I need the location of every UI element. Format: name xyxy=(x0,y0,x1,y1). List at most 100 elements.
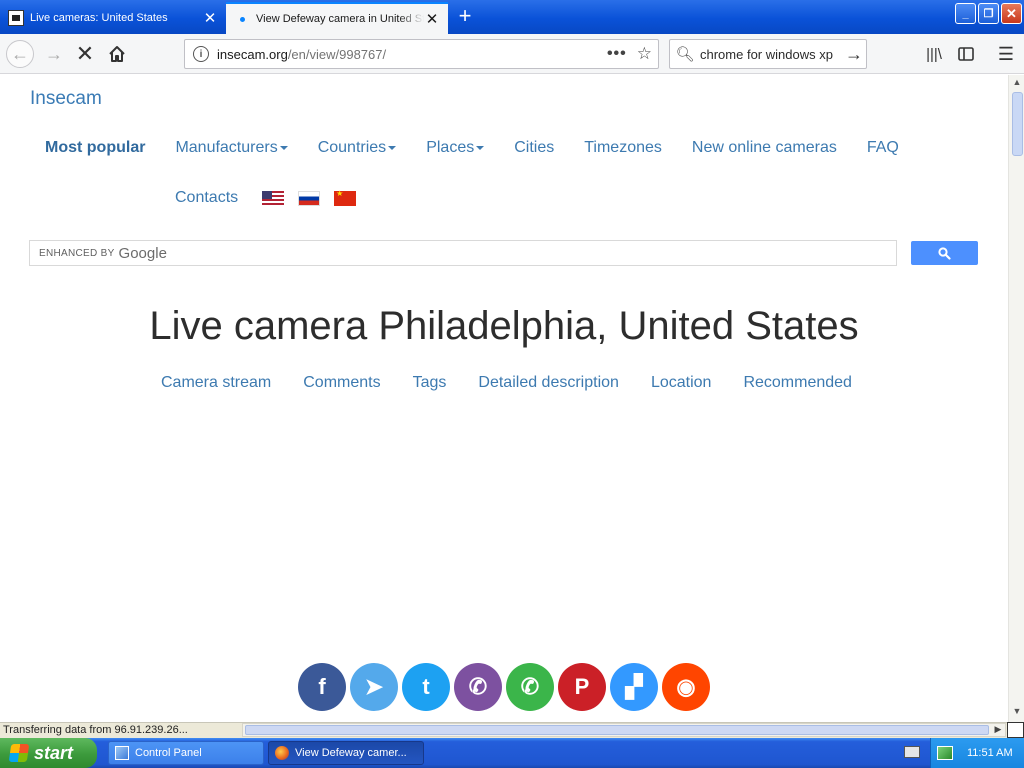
reddit-share-icon[interactable]: ◉ xyxy=(662,663,710,711)
status-text: Transferring data from 96.91.239.26... xyxy=(3,724,188,736)
tab-title: View Defeway camera in United St xyxy=(256,13,424,25)
browser-tab-strip: Live cameras: United States ✕ View Defew… xyxy=(0,0,1024,34)
url-path: /en/view/998767/ xyxy=(287,46,387,62)
subnav-comments[interactable]: Comments xyxy=(303,374,380,392)
loading-dot-icon xyxy=(234,11,250,27)
start-label: start xyxy=(34,742,74,763)
main-nav: Most popular Manufacturers Countries Pla… xyxy=(45,139,929,157)
nav-new-online-cameras[interactable]: New online cameras xyxy=(692,139,837,157)
arrow-left-icon: ← xyxy=(11,43,29,64)
subnav-detailed-description[interactable]: Detailed description xyxy=(478,374,619,392)
search-icon xyxy=(938,246,951,260)
google-label: Google xyxy=(118,244,167,262)
web-page: Insecam Most popular Manufacturers Count… xyxy=(0,75,1008,722)
new-tab-button[interactable]: + xyxy=(452,4,478,30)
address-bar[interactable]: i insecam.org/en/view/998767/ ••• ☆ xyxy=(184,39,659,69)
minimize-button[interactable]: _ xyxy=(955,3,976,24)
window-controls: _ ❐ ✕ xyxy=(955,3,1022,24)
navigation-toolbar: ← → ✕ i insecam.org/en/view/998767/ ••• … xyxy=(0,34,1024,74)
windows-logo-icon xyxy=(8,744,30,762)
scrollbar-thumb[interactable] xyxy=(245,725,989,735)
nav-faq[interactable]: FAQ xyxy=(867,139,899,157)
arrow-right-icon[interactable]: → xyxy=(842,44,866,65)
subnav-recommended[interactable]: Recommended xyxy=(743,374,852,392)
vertical-scrollbar[interactable]: ▲ ▼ xyxy=(1008,75,1024,722)
pinterest-share-icon[interactable]: P xyxy=(558,663,606,711)
close-icon: ✕ xyxy=(75,41,95,66)
menu-button[interactable]: ☰ xyxy=(994,42,1018,66)
page-title: Live camera Philadelphia, United States xyxy=(149,304,859,348)
firefox-icon xyxy=(275,746,289,760)
tab-live-cameras[interactable]: Live cameras: United States ✕ xyxy=(0,2,226,34)
sidebar-icon xyxy=(958,47,974,61)
delicious-share-icon[interactable]: ▞ xyxy=(610,663,658,711)
nav-cities[interactable]: Cities xyxy=(514,139,554,157)
browser-search-bar[interactable]: 🔍︎ chrome for windows xp → xyxy=(669,39,867,69)
flag-ru-icon[interactable] xyxy=(298,190,321,206)
google-search-input[interactable]: ENHANCED BY Google xyxy=(29,240,897,266)
horizontal-scrollbar[interactable]: ▶ xyxy=(242,723,1006,737)
close-tab-icon[interactable]: ✕ xyxy=(424,10,440,28)
sidebar-button[interactable] xyxy=(954,42,978,66)
url-host: insecam.org xyxy=(217,46,288,62)
caret-down-icon xyxy=(476,145,485,150)
nav-places[interactable]: Places xyxy=(426,139,485,157)
camera-subnav: Camera stream Comments Tags Detailed des… xyxy=(161,374,884,392)
caret-down-icon xyxy=(279,145,288,150)
scroll-up-icon[interactable]: ▲ xyxy=(1011,77,1023,91)
nav-countries[interactable]: Countries xyxy=(317,139,397,157)
forward-button[interactable]: → xyxy=(40,40,68,68)
nav-most-popular[interactable]: Most popular xyxy=(45,139,145,157)
nav-label: Places xyxy=(426,139,475,156)
library-button[interactable]: |||\ xyxy=(922,42,946,66)
nav-timezones[interactable]: Timezones xyxy=(584,139,662,157)
system-tray: 11:51 AM xyxy=(930,738,1024,768)
restore-button[interactable]: ❐ xyxy=(978,3,999,24)
control-panel-icon xyxy=(115,746,129,760)
flag-cn-icon[interactable] xyxy=(334,189,357,206)
scroll-right-icon[interactable]: ▶ xyxy=(992,724,1004,736)
search-icon: 🔍︎ xyxy=(675,46,695,63)
stop-loading-button[interactable]: ✕ xyxy=(71,40,99,68)
twitter-share-icon[interactable]: t xyxy=(402,663,450,711)
close-tab-icon[interactable]: ✕ xyxy=(202,9,218,27)
back-button[interactable]: ← xyxy=(6,40,34,68)
caret-down-icon xyxy=(388,145,397,150)
library-icon: |||\ xyxy=(926,45,942,63)
subnav-location[interactable]: Location xyxy=(651,374,712,392)
nav-label: Manufacturers xyxy=(175,139,278,156)
flag-us-icon[interactable] xyxy=(262,190,285,206)
site-info-icon[interactable]: i xyxy=(193,46,209,62)
home-icon xyxy=(109,46,125,62)
nav-label: Countries xyxy=(317,139,387,156)
star-icon[interactable]: ☆ xyxy=(637,44,652,64)
site-logo-link[interactable]: Insecam xyxy=(30,88,102,110)
tab-view-camera[interactable]: View Defeway camera in United St ✕ xyxy=(226,2,448,34)
taskbar-item-label: View Defeway camer... xyxy=(295,747,407,759)
taskbar-item-firefox[interactable]: View Defeway camer... xyxy=(268,741,424,765)
windows-taskbar: start Control Panel View Defeway camer..… xyxy=(0,738,1024,768)
scrollbar-thumb[interactable] xyxy=(1012,92,1023,156)
facebook-share-icon[interactable]: f xyxy=(298,663,346,711)
subnav-tags[interactable]: Tags xyxy=(413,374,447,392)
google-search-button[interactable] xyxy=(911,241,978,265)
ellipsis-icon[interactable]: ••• xyxy=(607,45,627,63)
telegram-share-icon[interactable]: ➤ xyxy=(350,663,398,711)
taskbar-item-control-panel[interactable]: Control Panel xyxy=(108,741,264,765)
keyboard-icon[interactable] xyxy=(904,746,920,758)
viber-share-icon[interactable]: ✆ xyxy=(454,663,502,711)
scrollbar-corner xyxy=(1007,722,1024,738)
home-button[interactable] xyxy=(103,40,131,68)
subnav-camera-stream[interactable]: Camera stream xyxy=(161,374,271,392)
enhanced-by-label: ENHANCED BY xyxy=(39,247,115,259)
nav-contacts[interactable]: Contacts xyxy=(175,189,238,207)
close-window-button[interactable]: ✕ xyxy=(1001,3,1022,24)
taskbar-item-label: Control Panel xyxy=(135,747,202,759)
whatsapp-share-icon[interactable]: ✆ xyxy=(506,663,554,711)
nav-manufacturers[interactable]: Manufacturers xyxy=(175,139,288,157)
search-query[interactable]: chrome for windows xp xyxy=(700,47,842,62)
scroll-down-icon[interactable]: ▼ xyxy=(1011,706,1023,720)
clock[interactable]: 11:51 AM xyxy=(967,747,1013,759)
start-button[interactable]: start xyxy=(0,738,97,768)
network-icon[interactable] xyxy=(937,746,953,760)
